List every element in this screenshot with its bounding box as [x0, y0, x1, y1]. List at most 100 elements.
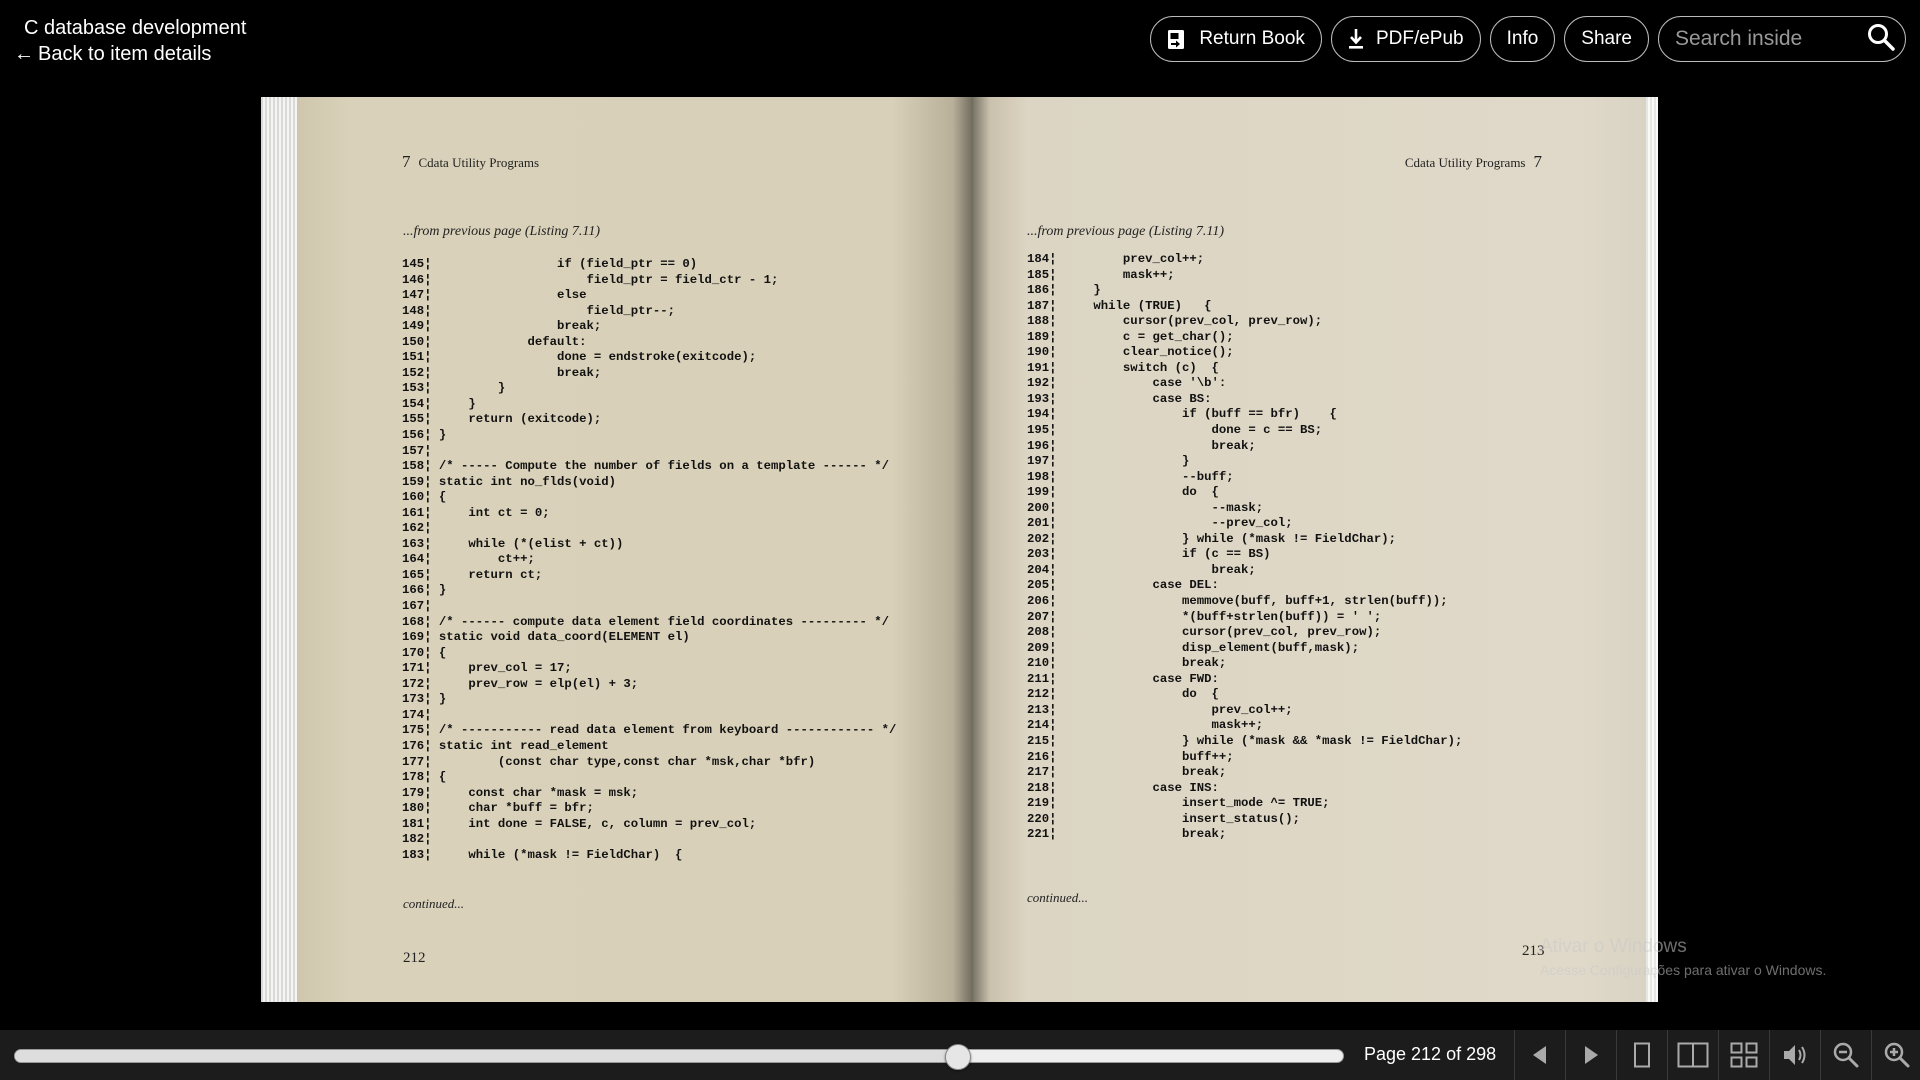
- thumbnail-view-button[interactable]: [1718, 1030, 1769, 1080]
- windows-activation-watermark: Ativar o Windows Acesse Configurações pa…: [1540, 936, 1826, 978]
- code-line: 151¦ done = endstroke(exitcode);: [402, 350, 757, 365]
- code-line: 207¦ *(buff+strlen(buff)) = ' ';: [1027, 609, 1382, 624]
- return-book-icon: [1167, 28, 1187, 50]
- code-line: 179¦ const char *mask = msk;: [402, 785, 639, 800]
- code-line: 204¦ break;: [1027, 562, 1256, 577]
- back-arrow-icon: ←: [14, 43, 34, 65]
- code-line: 217¦ break;: [1027, 765, 1227, 780]
- code-line: 156¦ }: [402, 428, 447, 443]
- zoom-in-button[interactable]: [1871, 1030, 1920, 1080]
- share-label: Share: [1581, 28, 1632, 49]
- right-running-head: Cdata Utility Programs 7: [1405, 152, 1542, 172]
- code-line: 186¦ }: [1027, 283, 1101, 298]
- code-line: 172¦ prev_row = elp(el) + 3;: [402, 676, 639, 691]
- code-line: 190¦ clear_notice();: [1027, 345, 1234, 360]
- code-line: 200¦ --mask;: [1027, 500, 1264, 515]
- search-box: [1658, 16, 1906, 62]
- code-line: 180¦ char *buff = bfr;: [402, 801, 594, 816]
- code-line: 219¦ insert_mode ^= TRUE;: [1027, 796, 1330, 811]
- left-running-head: 7 Cdata Utility Programs: [402, 152, 539, 172]
- code-line: 214¦ mask++;: [1027, 718, 1264, 733]
- info-button[interactable]: Info: [1489, 16, 1556, 62]
- code-line: 160¦ {: [402, 490, 447, 505]
- code-line: 216¦ buff++;: [1027, 749, 1234, 764]
- page-slider-fill: [15, 1050, 958, 1062]
- share-button[interactable]: Share: [1564, 16, 1649, 62]
- two-page-view-button[interactable]: [1667, 1030, 1718, 1080]
- code-line: 212¦ do {: [1027, 687, 1219, 702]
- code-line: 202¦ } while (*mask != FieldChar);: [1027, 531, 1396, 546]
- return-book-button[interactable]: Return Book: [1150, 16, 1322, 62]
- code-line: 184¦ prev_col++;: [1027, 252, 1205, 266]
- code-line: 192¦ case '\b':: [1027, 376, 1227, 391]
- code-line: 178¦ {: [402, 770, 447, 785]
- code-line: 164¦ ct++;: [402, 552, 535, 567]
- code-line: 171¦ prev_col = 17;: [402, 661, 572, 676]
- code-line: 221¦ break;: [1027, 827, 1227, 842]
- view-controls: [1514, 1030, 1920, 1080]
- download-icon: [1348, 28, 1364, 50]
- code-line: 208¦ cursor(prev_col, prev_row);: [1027, 625, 1382, 640]
- code-line: 182¦: [402, 832, 432, 847]
- right-page[interactable]: Cdata Utility Programs 7 ...from previous…: [973, 97, 1646, 1002]
- code-line: 181¦ int done = FALSE, c, column = prev_…: [402, 816, 757, 831]
- code-line: 147¦ else: [402, 288, 587, 303]
- code-line: 170¦ {: [402, 645, 447, 660]
- back-to-item-details-link[interactable]: ← Back to item details: [14, 41, 246, 67]
- code-line: 195¦ done = c == BS;: [1027, 423, 1323, 438]
- prev-page-button[interactable]: [1514, 1030, 1565, 1080]
- search-input[interactable]: [1675, 27, 1855, 51]
- code-line: 176¦ static int read_element: [402, 738, 609, 753]
- book-spread: 7 Cdata Utility Programs ...from previous…: [261, 97, 1658, 1002]
- next-page-icon: [1585, 1046, 1598, 1064]
- read-aloud-icon: [1784, 1045, 1806, 1065]
- return-book-label: Return Book: [1199, 28, 1305, 49]
- back-link-label: Back to item details: [38, 43, 212, 65]
- page-slider[interactable]: [14, 1044, 1344, 1070]
- code-line: 165¦ return ct;: [402, 567, 543, 582]
- page-stack-left-edge: [261, 97, 297, 1002]
- two-page-view-icon: [1677, 1042, 1709, 1068]
- right-code-listing: 184¦ prev_col++; 185¦ mask++; 186¦ } 187¦ w…: [1027, 252, 1462, 843]
- one-page-view-icon: [1634, 1042, 1650, 1068]
- code-line: 169¦ static void data_coord(ELEMENT el): [402, 630, 690, 645]
- search-icon[interactable]: [1867, 23, 1895, 56]
- code-line: 159¦ static int no_flds(void): [402, 474, 617, 489]
- code-line: 149¦ break;: [402, 319, 602, 334]
- one-page-view-button[interactable]: [1616, 1030, 1667, 1080]
- code-line: 183¦ while (*mask != FieldChar) {: [402, 847, 683, 862]
- pdf-epub-download-button[interactable]: PDF/ePub: [1330, 16, 1481, 62]
- title-block: C database development ← Back to item det…: [14, 15, 246, 67]
- code-line: 194¦ if (buff == bfr) {: [1027, 407, 1337, 422]
- code-line: 162¦: [402, 521, 432, 536]
- code-line: 185¦ mask++;: [1027, 267, 1175, 282]
- toolbar: Return Book PDF/ePub Info Share: [1150, 16, 1906, 62]
- code-line: 187¦ while (TRUE) {: [1027, 298, 1212, 313]
- next-page-button[interactable]: [1565, 1030, 1616, 1080]
- left-code-listing: 145¦ if (field_ptr == 0) 146¦ field_ptr =…: [402, 257, 896, 863]
- left-page[interactable]: 7 Cdata Utility Programs ...from previous…: [297, 97, 973, 1002]
- code-line: 150¦ default:: [402, 334, 587, 349]
- code-line: 198¦ --buff;: [1027, 469, 1234, 484]
- page-slider-handle[interactable]: [944, 1044, 971, 1070]
- code-line: 177¦ (const char type,const char *msk,ch…: [402, 754, 816, 769]
- zoom-in-icon: [1884, 1042, 1910, 1068]
- left-from-previous: ...from previous page (Listing 7.11): [403, 224, 601, 239]
- zoom-out-button[interactable]: [1820, 1030, 1871, 1080]
- code-line: 161¦ int ct = 0;: [402, 505, 550, 520]
- code-line: 153¦ }: [402, 381, 506, 396]
- right-chapter-number: 7: [1533, 152, 1543, 171]
- code-line: 210¦ break;: [1027, 656, 1227, 671]
- watermark-subtitle: Acesse Configurações para ativar o Windo…: [1540, 962, 1827, 978]
- page-indicator: Page 212 of 298: [1364, 1044, 1497, 1064]
- code-line: 154¦ }: [402, 396, 476, 411]
- code-line: 155¦ return (exitcode);: [402, 412, 602, 427]
- code-line: 173¦ }: [402, 692, 447, 707]
- code-line: 211¦ case FWD:: [1027, 671, 1219, 686]
- code-line: 145¦ if (field_ptr == 0): [402, 257, 698, 271]
- bottom-navigation-bar: Page 212 of 298: [0, 1030, 1920, 1080]
- read-aloud-button[interactable]: [1769, 1030, 1820, 1080]
- code-line: 215¦ } while (*mask && *mask != FieldCha…: [1027, 733, 1463, 748]
- pdf-epub-label: PDF/ePub: [1375, 28, 1464, 49]
- code-line: 163¦ while (*(elist + ct)): [402, 536, 624, 551]
